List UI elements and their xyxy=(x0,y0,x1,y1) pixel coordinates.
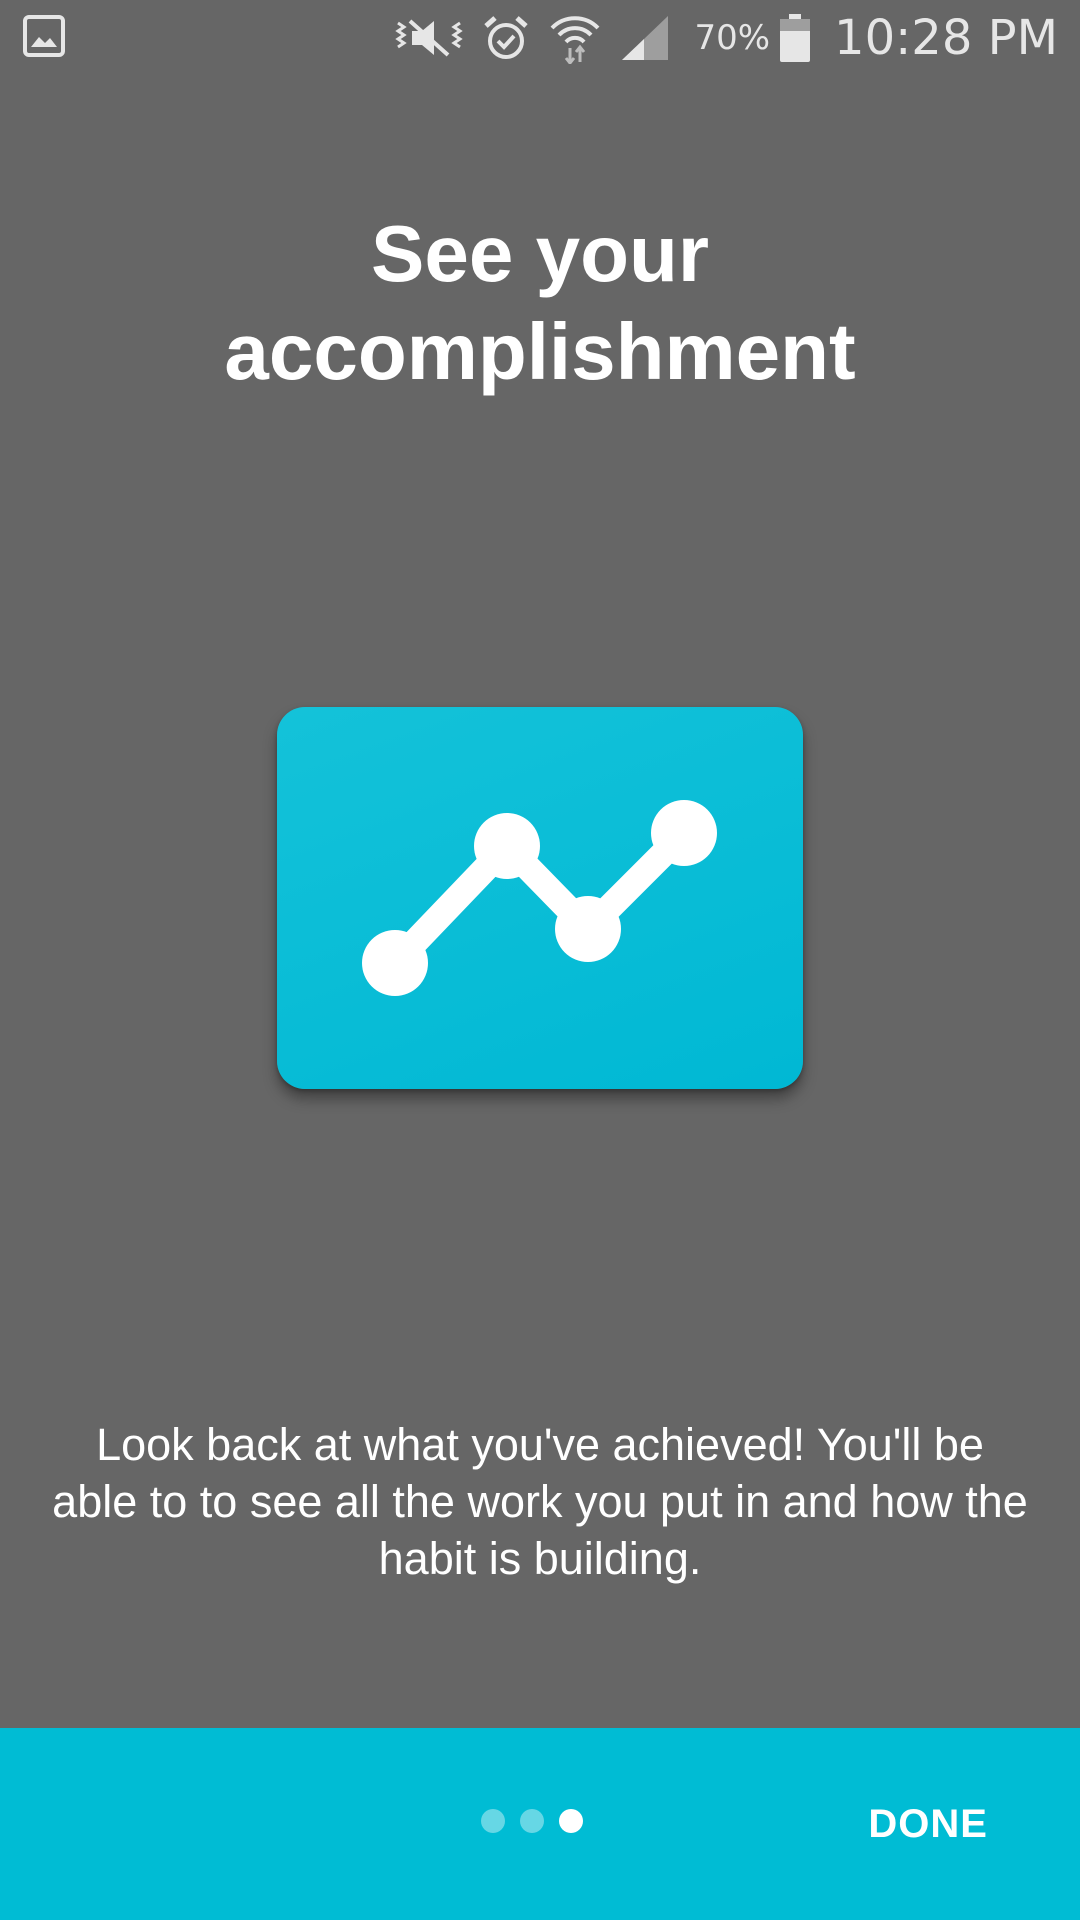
title-line-2: accomplishment xyxy=(224,307,856,396)
title-line-1: See your xyxy=(371,209,709,298)
image-icon xyxy=(22,14,66,58)
vibrate-icon xyxy=(394,15,464,61)
done-button[interactable]: DONE xyxy=(868,1794,988,1854)
description-text: Look back at what you've achieved! You'l… xyxy=(52,1419,1028,1584)
wifi-icon xyxy=(548,12,602,64)
battery-percent: 70% xyxy=(694,17,771,58)
page-dot-3-active[interactable] xyxy=(559,1809,583,1833)
hero-illustration-card xyxy=(277,707,803,1089)
page-title: See your accomplishment xyxy=(90,205,990,401)
line-chart-icon xyxy=(362,800,717,996)
onboarding-footer: DONE xyxy=(0,1728,1080,1920)
signal-icon xyxy=(620,14,670,62)
clock: 10:28 PM xyxy=(834,9,1058,66)
alarm-icon xyxy=(482,14,530,62)
status-bar: 70% 10:28 PM xyxy=(0,0,1080,75)
page-dot-2[interactable] xyxy=(520,1809,544,1833)
status-icons: 70% 10:28 PM xyxy=(394,0,1058,75)
page-indicator xyxy=(481,1809,583,1833)
battery-icon xyxy=(780,13,811,62)
page-dot-1[interactable] xyxy=(481,1809,505,1833)
